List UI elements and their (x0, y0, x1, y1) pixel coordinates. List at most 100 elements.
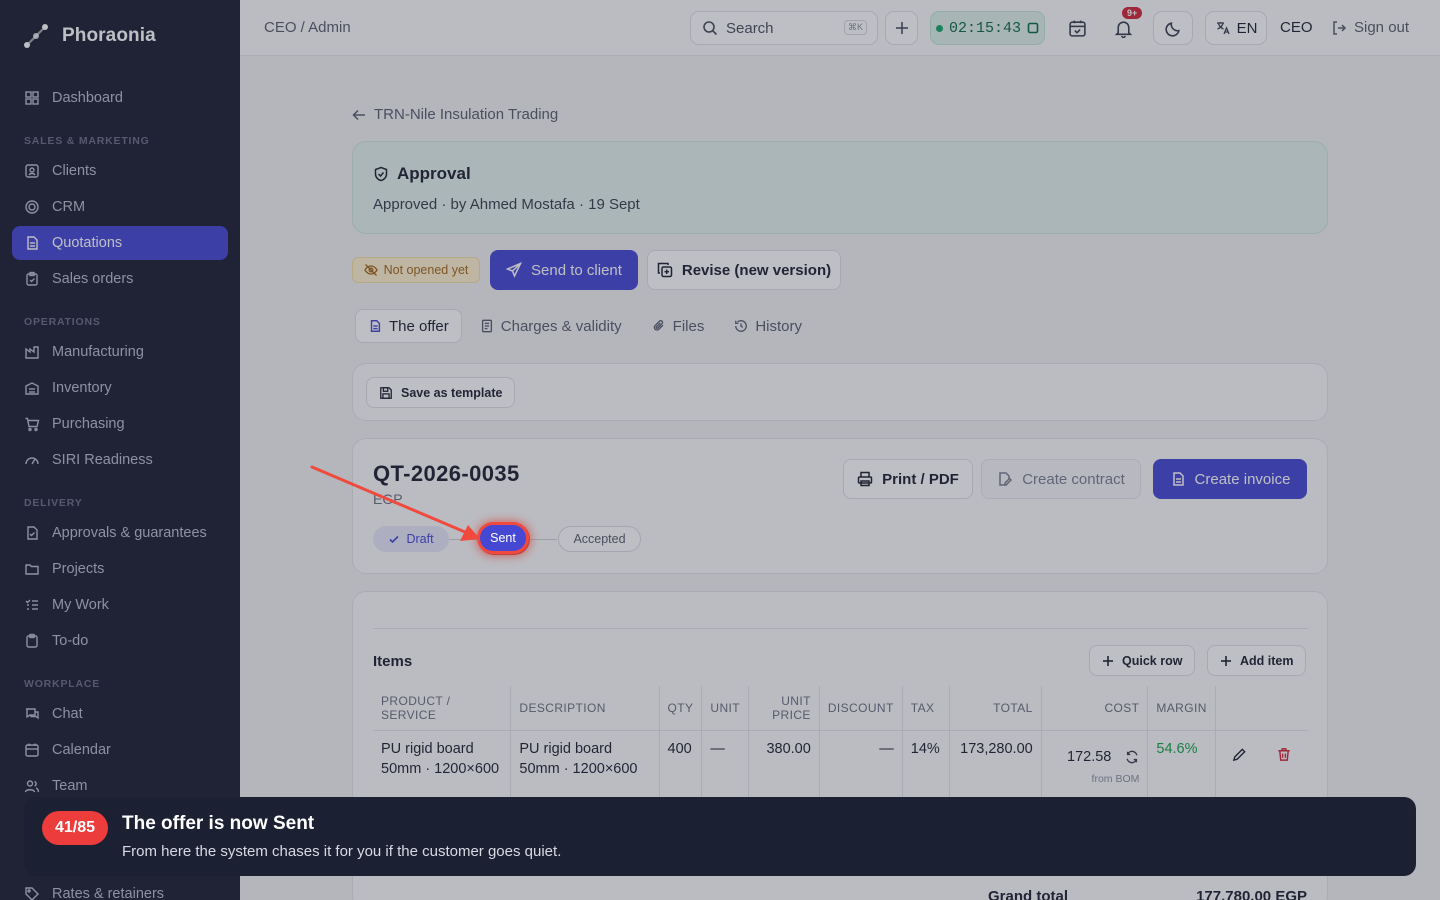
tab-history[interactable]: History (722, 309, 814, 343)
arrow-left-icon (352, 109, 365, 120)
receipt-icon (481, 319, 492, 333)
tab-files[interactable]: Files (640, 309, 717, 343)
sidebar-item-todo[interactable]: To-do (12, 624, 228, 658)
recording-dot-icon (935, 24, 943, 32)
refresh-icon[interactable] (1125, 750, 1139, 764)
cell-discount[interactable]: — (819, 730, 903, 797)
sidebar-item-crm[interactable]: CRM (12, 190, 228, 224)
sidebar-item-calendar[interactable]: Calendar (12, 733, 228, 767)
copy-plus-icon (657, 262, 673, 278)
sidebar-item-sales-orders[interactable]: Sales orders (12, 262, 228, 296)
cell-cost: 172.58 from BOM (1041, 730, 1149, 797)
back-link-label: TRN-Nile Insulation Trading (374, 106, 559, 123)
quick-row-button[interactable]: Quick row (1089, 645, 1196, 676)
calendar-check-icon (1068, 20, 1086, 37)
sidebar-item-siri[interactable]: SIRI Readiness (12, 443, 228, 477)
revise-label: Revise (new version) (681, 261, 832, 279)
history-icon (735, 320, 748, 332)
cell-qty[interactable]: 400 (659, 730, 703, 797)
sidebar-item-projects[interactable]: Projects (12, 552, 228, 586)
warehouse-icon (25, 382, 39, 395)
sidebar-item-rates[interactable]: Rates & retainers (12, 877, 228, 900)
column-header[interactable]: UNIT (701, 686, 749, 731)
stop-icon[interactable] (1027, 22, 1039, 34)
sidebar-item-label: Purchasing (52, 416, 125, 432)
toast-message: From here the system chases it for you i… (122, 843, 562, 860)
language-switcher[interactable]: EN (1205, 11, 1267, 45)
search-shortcut: ⌘K (843, 20, 867, 35)
plus-icon (895, 22, 908, 34)
sign-out-button[interactable]: Sign out (1331, 19, 1409, 36)
cost-value: 172.58 (1067, 748, 1112, 765)
column-header[interactable]: PRODUCT / SERVICE (373, 686, 512, 731)
tab-the-offer[interactable]: The offer (355, 309, 462, 343)
add-item-button[interactable]: Add item (1207, 645, 1307, 676)
logo-icon (24, 24, 48, 48)
eye-off-icon (363, 264, 378, 276)
divider (373, 628, 1308, 629)
language-label: EN (1236, 19, 1258, 37)
time-tracker[interactable]: 02:15:43 (930, 11, 1045, 45)
column-header[interactable]: MARGIN (1147, 686, 1216, 731)
cell-description[interactable]: PU rigid board 50mm · 1200×600 (510, 730, 660, 797)
user-role[interactable]: CEO (1280, 19, 1313, 36)
sidebar-item-label: CRM (52, 199, 86, 215)
sidebar-item-inventory[interactable]: Inventory (12, 371, 228, 405)
grand-total-value: 177,780.00 EGP (1196, 888, 1307, 900)
theme-toggle[interactable] (1153, 11, 1193, 45)
search-input[interactable]: Search ⌘K (690, 11, 878, 45)
calendar-button[interactable] (1060, 11, 1094, 45)
sidebar-item-purchasing[interactable]: Purchasing (12, 407, 228, 441)
column-header[interactable]: TAX (902, 686, 950, 731)
create-invoice-label: Create invoice (1194, 470, 1291, 488)
trash-icon[interactable] (1277, 747, 1291, 762)
tour-toast: 41/85 The offer is now Sent From here th… (24, 797, 1416, 876)
approval-title-text: Approval (397, 164, 471, 183)
folder-icon (25, 564, 39, 575)
breadcrumb[interactable]: CEO / Admin (264, 19, 351, 36)
tab-label: The offer (389, 317, 449, 335)
print-pdf-button[interactable]: Print / PDF (843, 459, 973, 499)
notification-badge: 9+ (1122, 7, 1143, 19)
send-to-client-button[interactable]: Send to client (490, 250, 638, 290)
column-header[interactable]: COST (1041, 686, 1149, 731)
back-link[interactable]: TRN-Nile Insulation Trading (352, 106, 558, 123)
create-contract-button[interactable]: Create contract (981, 459, 1141, 499)
sidebar-item-chat[interactable]: Chat (12, 697, 228, 731)
column-header[interactable]: QTY (659, 686, 703, 731)
sidebar-item-manufacturing[interactable]: Manufacturing (12, 335, 228, 369)
revise-button[interactable]: Revise (new version) (647, 250, 841, 290)
sidebar-item-approvals[interactable]: Approvals & guarantees (12, 516, 228, 550)
column-header[interactable]: UNIT PRICE (748, 686, 820, 731)
sidebar-item-my-work[interactable]: My Work (12, 588, 228, 622)
plus-icon (1221, 655, 1231, 666)
column-header[interactable]: TOTAL (949, 686, 1042, 731)
table-row[interactable]: PU rigid board 50mm · 1200×600 PU rigid … (373, 730, 1308, 797)
send-label: Send to client (531, 261, 622, 279)
plus-icon (1103, 655, 1113, 666)
approval-title: Approval (373, 164, 471, 184)
printer-icon (857, 471, 873, 487)
cell-product[interactable]: PU rigid board 50mm · 1200×600 (373, 730, 512, 797)
clipboard-icon (26, 633, 38, 648)
pencil-icon[interactable] (1232, 747, 1247, 762)
sidebar-item-quotations[interactable]: Quotations (12, 226, 228, 260)
column-header[interactable]: DESCRIPTION (510, 686, 660, 731)
cell-unit[interactable]: — (701, 730, 749, 797)
sidebar: Phoraonia Dashboard SALES & MARKETING Cl… (0, 0, 240, 900)
cell-unit-price[interactable]: 380.00 (748, 730, 820, 797)
sidebar-item-clients[interactable]: Clients (12, 154, 228, 188)
highlighted-step-sent[interactable]: Sent (480, 525, 526, 551)
create-invoice-button[interactable]: Create invoice (1153, 459, 1307, 499)
save-template-button[interactable]: Save as template (366, 377, 516, 408)
sidebar-item-label: Dashboard (52, 90, 123, 106)
tab-charges-validity[interactable]: Charges & validity (468, 309, 634, 343)
sidebar-item-label: Calendar (52, 742, 111, 758)
step-label: Accepted (573, 532, 626, 546)
step-accepted[interactable]: Accepted (558, 526, 641, 552)
cell-tax[interactable]: 14% (902, 730, 950, 797)
column-header[interactable]: DISCOUNT (819, 686, 903, 731)
sidebar-item-dashboard[interactable]: Dashboard (12, 81, 228, 115)
add-button[interactable] (885, 11, 918, 45)
brand[interactable]: Phoraonia (22, 22, 156, 50)
